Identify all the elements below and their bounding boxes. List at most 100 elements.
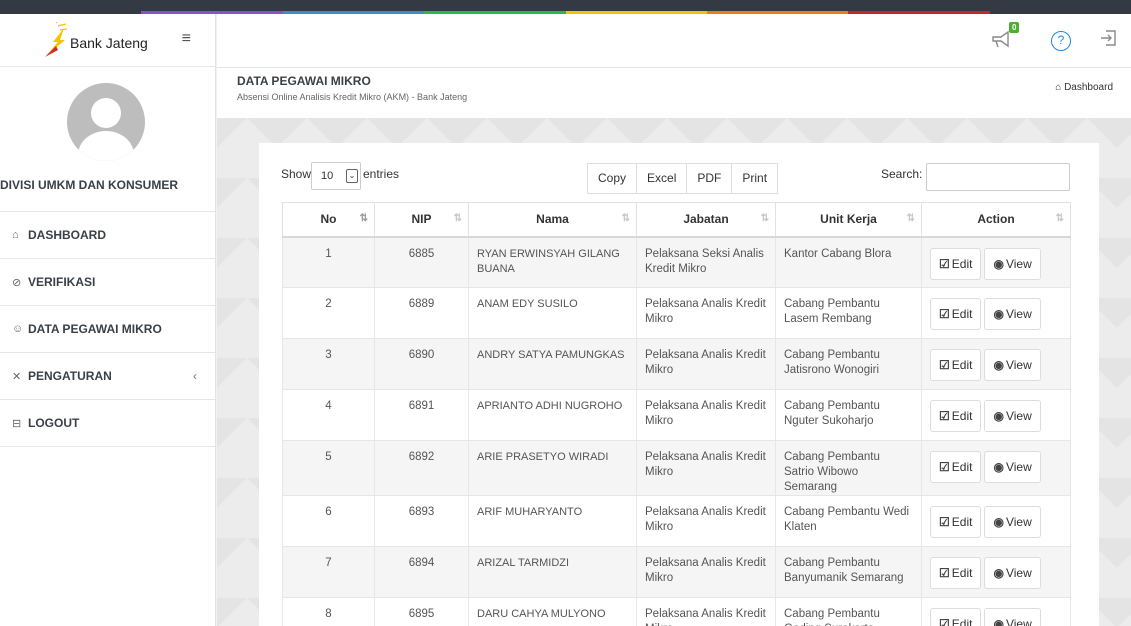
cell-nama: ARIZAL TARMIDZI [468,546,637,598]
cell-action: ☑ Edit ◉ View [921,597,1071,626]
cell-jabatan: Pelaksana Analis Kredit Mikro [636,546,776,598]
table-row: 5 6892 ARIE PRASETYO WIRADI Pelaksana Anali… [282,440,1071,496]
page-length-value: 10 [321,170,334,182]
action-buttons: ☑ Edit ◉ View [930,556,1062,589]
sidebar-item-data-pegawai-mikro[interactable]: ☺ DATA PEGAWAI MIKRO [0,306,215,353]
column-header-nama[interactable]: Nama ⇅ [468,202,637,238]
sidebar-item-dashboard[interactable]: ⌂ DASHBOARD [0,212,215,259]
edit-button[interactable]: ☑ Edit [930,608,982,626]
cell-nama: APRIANTO ADHI NUGROHO [468,389,637,441]
cell-nip: 6895 [374,597,469,626]
sidebar-nav: ⌂ DASHBOARD ⊘ VERIFIKASI ☺ DATA PEGAWAI … [0,212,215,447]
edit-button[interactable]: ☑ Edit [930,451,982,483]
cell-action: ☑ Edit ◉ View [921,546,1071,598]
view-label: View [1005,566,1032,580]
excel-button[interactable]: Excel [636,163,688,194]
cell-unit-kerja: Kantor Cabang Blora [775,236,922,288]
view-button[interactable]: ◉ View [984,557,1041,589]
edit-button[interactable]: ☑ Edit [930,400,982,432]
edit-icon: ☑ [939,358,950,372]
column-header-jabatan[interactable]: Jabatan ⇅ [636,202,776,238]
user-silhouette-icon [78,98,134,161]
cell-action: ☑ Edit ◉ View [921,440,1071,496]
column-header-no[interactable]: No ⇅ [282,202,375,238]
table-row: 3 6890 ANDRY SATYA PAMUNGKAS Pelaksana Anal… [282,338,1071,390]
exit-icon[interactable] [1099,29,1117,52]
sort-icon: ⇅ [621,213,631,224]
page-length-select[interactable]: 10 ⌄ [311,162,361,190]
cell-no: 7 [282,546,375,598]
cell-nama: ANAM EDY SUSILO [468,287,637,339]
cell-unit-kerja: Cabang Pembantu Satrio Wibowo Semarang [775,440,922,496]
view-button[interactable]: ◉ View [984,506,1041,538]
edit-button[interactable]: ☑ Edit [930,557,982,589]
sidebar: Bank Jateng ≡ DIVISI UMKM DAN KONSUMER ⌂… [0,14,216,626]
action-buttons: ☑ Edit ◉ View [930,607,1062,626]
sidebar-item-label: DATA PEGAWAI MIKRO [28,322,162,336]
page-header: DATA PEGAWAI MIKRO Absensi Online Analis… [217,68,1131,118]
view-button[interactable]: ◉ View [984,608,1041,626]
edit-label: Edit [951,617,973,626]
cell-nip: 6889 [374,287,469,339]
edit-icon: ☑ [939,460,950,474]
view-button[interactable]: ◉ View [984,247,1041,280]
breadcrumb[interactable]: ⌂ Dashboard [1055,82,1113,93]
edit-button[interactable]: ☑ Edit [930,247,982,280]
users-icon: ☺ [12,323,24,335]
view-button[interactable]: ◉ View [984,400,1041,432]
view-label: View [1005,460,1032,474]
cell-no: 3 [282,338,375,390]
edit-icon: ☑ [939,566,950,580]
cell-nama: ARIE PRASETYO WIRADI [468,440,637,496]
cell-unit-kerja: Cabang Pembantu Jatisrono Wonogiri [775,338,922,390]
cell-jabatan: Pelaksana Analis Kredit Mikro [636,389,776,441]
view-button[interactable]: ◉ View [984,349,1041,381]
view-button[interactable]: ◉ View [984,298,1041,330]
table-row: 1 6885 RYAN ERWINSYAH GILANG BUANA Pelaksan… [282,236,1071,288]
cell-nama: ANDRY SATYA PAMUNGKAS [468,338,637,390]
logout-icon: ⊟ [12,417,22,430]
action-buttons: ☑ Edit ◉ View [930,247,1062,280]
cell-nama: RYAN ERWINSYAH GILANG BUANA [468,236,637,288]
cell-nama: ARIF MUHARYANTO [468,495,637,547]
action-buttons: ☑ Edit ◉ View [930,348,1062,381]
help-icon[interactable]: ? [1051,31,1071,51]
sort-icon: ⇅ [453,213,463,224]
column-header-unit-kerja[interactable]: Unit Kerja ⇅ [775,202,922,238]
column-header-action[interactable]: Action ⇅ [921,202,1071,238]
cell-unit-kerja: Cabang Pembantu Wedi Klaten [775,495,922,547]
edit-button[interactable]: ☑ Edit [930,298,982,330]
logo-row: Bank Jateng ≡ [0,14,215,67]
page-subtitle: Absensi Online Analisis Kredit Mikro (AK… [237,92,468,102]
cell-no: 4 [282,389,375,441]
employee-table: No ⇅ NIP ⇅ Nama ⇅ Jabatan ⇅ Unit Kerja ⇅ Acti… [282,202,1071,626]
eye-icon: ◉ [993,307,1004,321]
edit-button[interactable]: ☑ Edit [930,506,982,538]
column-header-label: Jabatan [683,212,729,227]
column-header-nip[interactable]: NIP ⇅ [374,202,469,238]
view-button[interactable]: ◉ View [984,451,1041,483]
view-label: View [1005,307,1032,321]
cell-no: 1 [282,236,375,288]
sidebar-item-logout[interactable]: ⊟ LOGOUT [0,400,215,447]
print-button[interactable]: Print [731,163,779,194]
edit-button[interactable]: ☑ Edit [930,349,982,381]
home-icon: ⌂ [1055,82,1065,93]
cell-jabatan: Pelaksana Analis Kredit Mikro [636,287,776,339]
table-row: 8 6895 DARU CAHYA MULYONO Pelaksana Analis … [282,597,1071,626]
pdf-button[interactable]: PDF [686,163,733,194]
eye-icon: ◉ [993,617,1004,626]
sidebar-item-pengaturan[interactable]: ✕ PENGATURAN ‹ [0,353,215,400]
cell-unit-kerja: Cabang Pembantu Banyumanik Semarang [775,546,922,598]
search-input[interactable] [926,163,1070,191]
menu-toggle-icon[interactable]: ≡ [182,30,191,48]
sidebar-item-verifikasi[interactable]: ⊘ VERIFIKASI [0,259,215,306]
eye-icon: ◉ [993,460,1004,474]
view-label: View [1005,617,1032,626]
action-buttons: ☑ Edit ◉ View [930,297,1062,330]
sort-asc-icon: ⇅ [359,213,369,224]
sidebar-item-label: DASHBOARD [28,228,106,242]
eye-icon: ◉ [993,358,1004,372]
copy-button[interactable]: Copy [587,163,638,194]
column-header-label: No [320,212,337,227]
